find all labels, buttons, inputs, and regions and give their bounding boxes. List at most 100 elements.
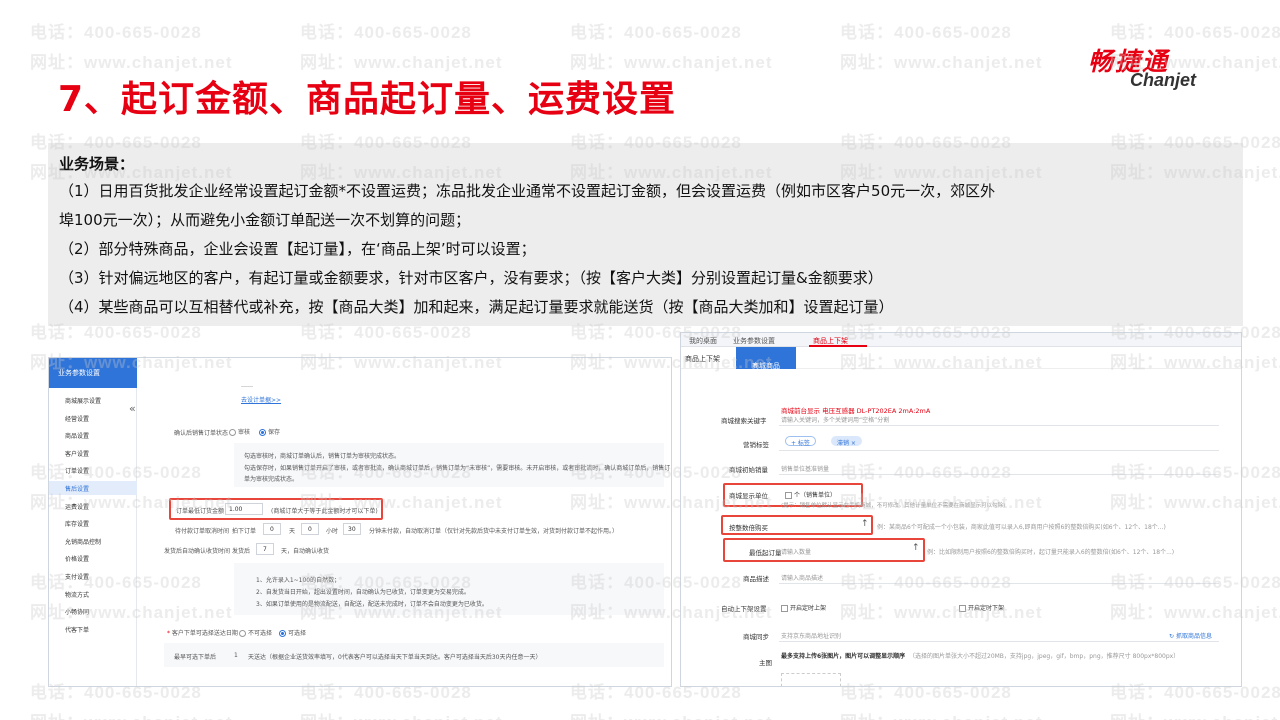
scenario-line-2: （2）部分特殊商品，企业会设置【起订量】，在‘商品上架’时可以设置； (59, 240, 536, 258)
sidebar: 商城展示设置 经营设置商品设置客户设置订单设置售后设置运费设置库存设置允销商品控制… (49, 388, 137, 686)
tab-desktop[interactable]: 我的桌面 (689, 336, 717, 346)
watermark-site: 网址：www.chanjet.net (30, 708, 233, 720)
auto-confirm-value: 7 (263, 546, 267, 553)
cancel-minutes-input[interactable]: 30 (343, 523, 361, 535)
fetch-product-label: 抓取商品信息 (1175, 633, 1212, 640)
radio-icon (229, 429, 236, 436)
sidebar-item[interactable]: 商城展示设置 (65, 396, 101, 405)
slide: 电话：400-665-0028 网址：www.chanjet.net 电话：400-… (0, 0, 1280, 720)
collapse-icon[interactable]: « (129, 402, 136, 415)
sync-label: 商城同步 (743, 633, 769, 641)
min-amount-value: 1.00 (229, 506, 243, 513)
sidebar-item[interactable]: 订单设置 (65, 466, 89, 475)
delivery-radio-yes[interactable]: 可选择 (279, 628, 306, 637)
subtab-mall-products[interactable]: 商城商品 × (736, 347, 796, 370)
sidebar-item[interactable]: 代客下单 (65, 625, 89, 634)
sidebar-item[interactable]: 支付设置 (65, 572, 89, 581)
confirm-radio-audit[interactable]: 审核 (229, 427, 250, 436)
desc-label: 商品描述 (743, 575, 769, 583)
sidebar-item[interactable]: 小畅协同 (65, 607, 89, 616)
image-label: 主图 (759, 659, 772, 667)
fetch-product-button[interactable]: ↻ 抓取商品信息 (1169, 631, 1212, 640)
subtab-shelf[interactable]: 商品上下架 (685, 354, 720, 364)
hint-line-3: 单为审核完成状态。 (244, 476, 299, 483)
sidebar-item[interactable]: 经营设置 (65, 414, 89, 423)
unit-value: 个（销售单位） (794, 492, 837, 499)
delivery-opt-yes-label: 可选择 (288, 630, 307, 637)
scenario-heading: 业务场景： (59, 155, 135, 173)
tag-underline (779, 450, 1219, 451)
sidebar-item[interactable]: 物流方式 (65, 590, 89, 599)
image-upload-area[interactable] (781, 673, 841, 686)
desc-underline (779, 583, 1219, 584)
product-shelf-screenshot: 我的桌面 业务参数设置 商品上下架 商品上下架 商城商品 × 商城前台显示 电压… (680, 332, 1242, 687)
auto-on-checkbox[interactable]: 开启定时上架 (781, 603, 826, 612)
radio-checked-icon (279, 630, 286, 637)
scenario-line-1b: 埠100元一次）；从而避免小金额订单配送一次不划算的问题； (59, 211, 471, 229)
sync-underline (779, 641, 1219, 642)
sidebar-item[interactable]: 售后设置 (49, 481, 137, 495)
watermark-site: 网址：www.chanjet.net (1110, 708, 1280, 720)
sidebar-item[interactable]: 库存设置 (65, 519, 89, 528)
watermark-site: 网址：www.chanjet.net (300, 708, 503, 720)
top-dots: …… (241, 382, 253, 389)
init-sales-label: 商城初始销量 (729, 466, 768, 474)
auto-off-label: 开启定时下架 (968, 605, 1005, 612)
auto-confirm-suffix: 天，自动确认收货 (281, 548, 330, 555)
tab-business-params[interactable]: 业务参数设置 (733, 336, 775, 346)
chanjet-logo: 畅捷通 Chanjet (1088, 42, 1228, 92)
sidebar-item[interactable]: 客户设置 (65, 449, 89, 458)
cancel-days-input[interactable]: 0 (263, 523, 281, 535)
radio-icon (239, 630, 246, 637)
sidebar-item[interactable]: 允销商品控制 (65, 537, 101, 546)
business-scenario-box: 业务场景： （1）日用百货批发企业经常设置起订金额*不设置运费；冻品批发企业通常… (48, 143, 1243, 326)
design-doc-link[interactable]: 去设计单据>> (241, 395, 281, 404)
business-params-screenshot: 业务参数设置 商城展示设置 经营设置商品设置客户设置订单设置售后设置运费设置库存设… (48, 357, 672, 687)
desc-input[interactable]: 请输入商品描述 (781, 573, 823, 582)
radio-save-label: 保存 (268, 429, 281, 436)
auto-on-label: 开启定时上架 (790, 605, 827, 612)
unit-checkbox[interactable]: 个（销售单位） (785, 490, 836, 499)
auto-confirm-input[interactable]: 7 (256, 543, 274, 555)
scenario-line-1: （1）日用百货批发企业经常设置起订金额*不设置运费；冻品批发企业通常不设置起订金… (59, 182, 996, 200)
search-kw-underline (779, 425, 1219, 426)
tab-bar: 我的桌面 业务参数设置 商品上下架 (681, 333, 1241, 347)
hint-line-2: 勾选保存时，如果销售订单开启了审核，或者审批流，确认商城订单后，销售订单为“未审… (244, 465, 671, 472)
tag-chip[interactable]: 滞销 × (831, 436, 862, 447)
confirm-radio-save[interactable]: 保存 (259, 427, 280, 436)
cancel-hours-unit: 小时 (326, 528, 339, 535)
sync-input[interactable]: 支持京东商品地址识别 (781, 631, 841, 640)
sidebar-item[interactable]: 运费设置 (65, 502, 89, 511)
search-kw-input[interactable]: 请输入关键词，多个关键词用“空格”分割 (781, 415, 889, 424)
earliest-label: 最早可选下单后 (174, 654, 217, 661)
sidebar-item[interactable]: 价格设置 (65, 554, 89, 563)
min-amount-note: (商城订单大于等于此金额时才可以下单) (271, 508, 378, 515)
sidebar-header: 业务参数设置 (49, 358, 137, 388)
auto-off-checkbox[interactable]: 开启定时下架 (959, 603, 1004, 612)
watermark-site: 网址：www.chanjet.net (570, 708, 773, 720)
cancel-hours-value: 0 (308, 526, 312, 533)
cancel-note: 分钟未付款，自动取消订单（仅针对先款后货中未支付订单生效，对货到付款订单不起作用… (369, 528, 619, 535)
min-amount-input[interactable]: 1.00 (225, 503, 263, 515)
confirm-hint-panel: 勾选审核时，商城订单确认后，销售订单为审核完成状态。 勾选保存时，如果销售订单开… (234, 443, 670, 487)
scenario-line-3: （3）针对偏远地区的客户，有起订量或金额要求，针对市区客户，没有要求；（按【客户… (59, 269, 883, 287)
delivery-opt-no-label: 不可选择 (248, 630, 273, 637)
sidebar-item[interactable]: 商品设置 (65, 431, 89, 440)
min-qty-note: 例：比如限制用户按照6的整数倍购买时，起订量只能录入6的整数倍(如6个、12个、… (927, 549, 1175, 556)
rule-1: 1、允许录入1~100的自然数； (256, 577, 341, 584)
hint-line-1: 勾选审核时，商城订单确认后，销售订单为审核完成状态。 (244, 453, 401, 460)
cancel-hours-input[interactable]: 0 (301, 523, 319, 535)
cancel-prefix: 拍下订单 (232, 528, 257, 535)
earliest-value: 1 (234, 652, 238, 659)
min-qty-input[interactable]: 请输入数量 (781, 547, 811, 556)
min-qty-label: 最低起订量 (749, 549, 782, 557)
multiple-note: 例：某商品6个可配成一个小包装，商家此值可以录入6,即商用户按照6的整数倍购买(… (877, 524, 1166, 531)
delivery-radio-no[interactable]: 不可选择 (239, 628, 272, 637)
close-icon[interactable]: × (752, 361, 758, 369)
watermark-phone: 电话：400-665-0028 (300, 23, 472, 42)
auto-confirm-prefix: 发货后 (232, 548, 251, 555)
add-tag-button[interactable]: + 标签 (785, 436, 816, 447)
init-sales-input[interactable]: 销售单位基准销量 (781, 464, 829, 473)
unit-hint: (提示：销售单位默认显示在手机商城，不可修改。其他计量单位不需要在商城显示可以勾… (781, 503, 1006, 509)
watermark-phone: 电话：400-665-0028 (30, 23, 202, 42)
